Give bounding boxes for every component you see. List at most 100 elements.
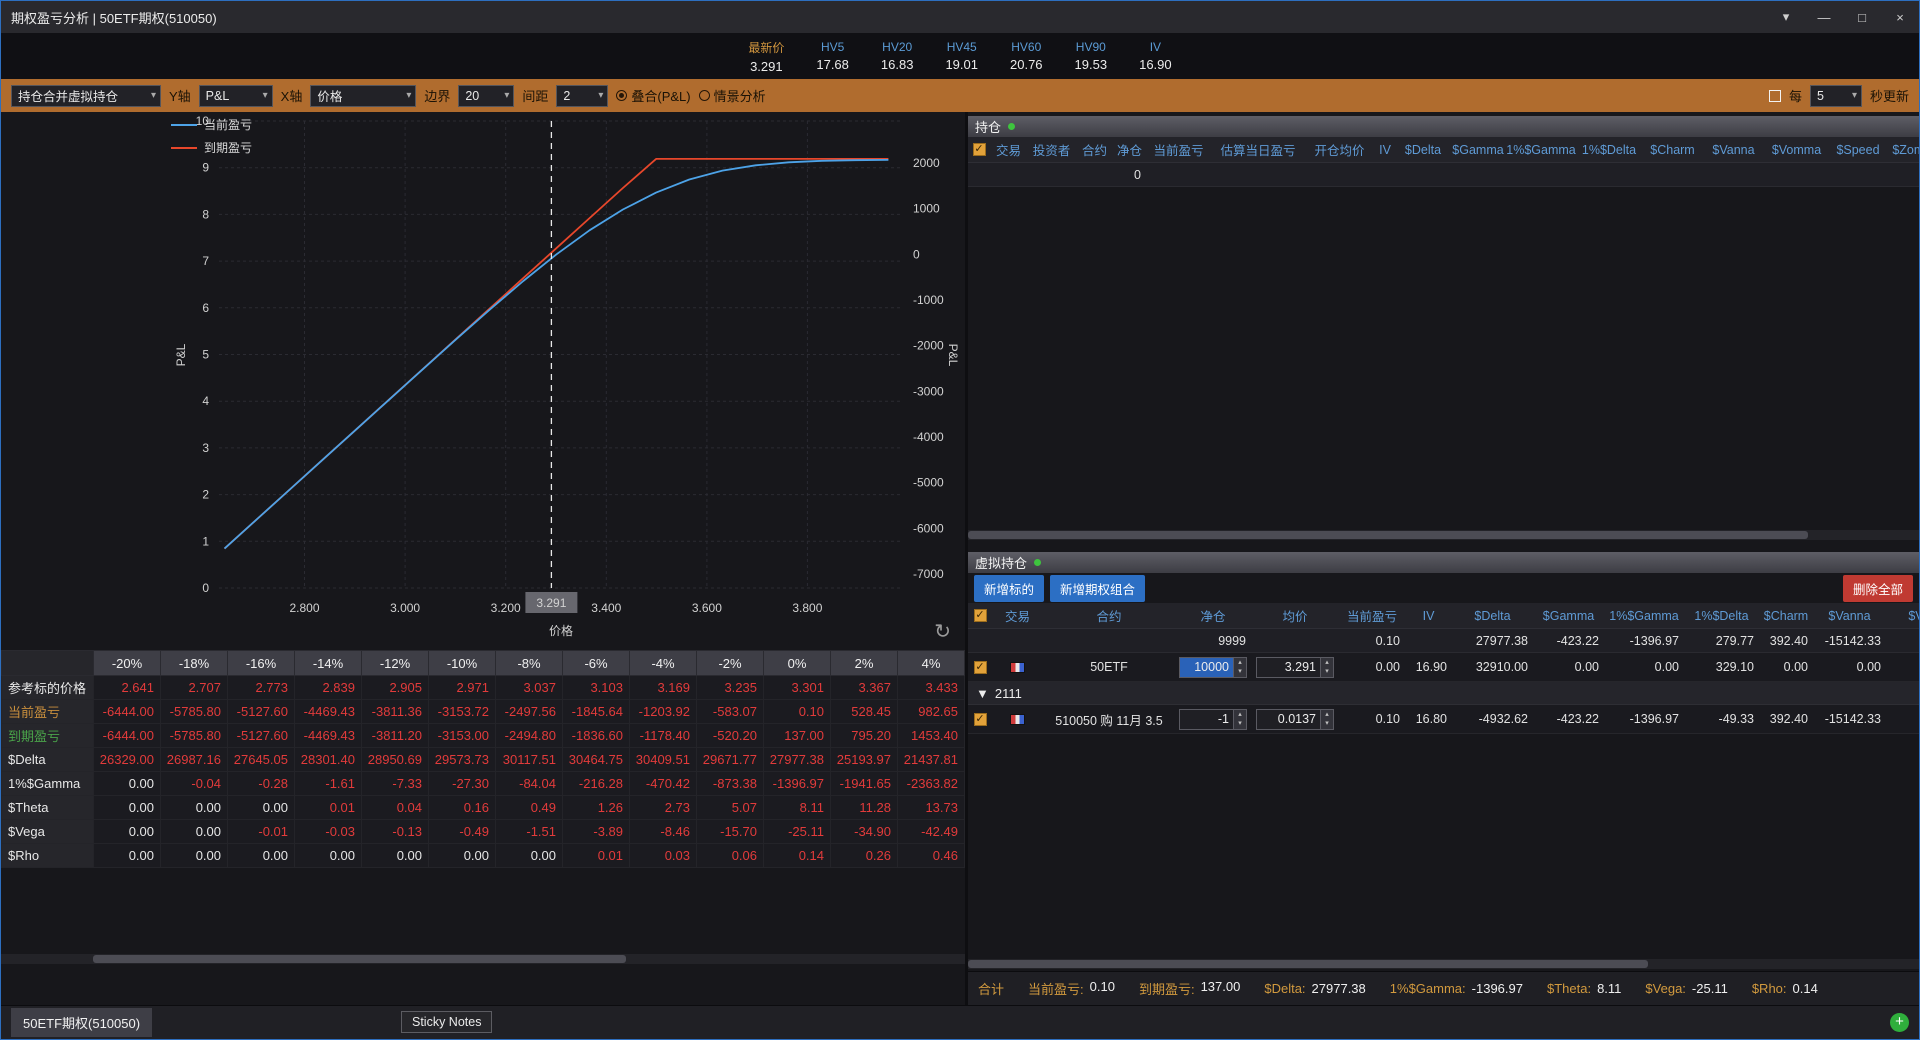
holdings-col-header[interactable]: $Speed — [1829, 137, 1887, 162]
spin-down-icon[interactable]: ▾ — [1321, 719, 1333, 729]
scenario-cell: -27.30 — [429, 772, 496, 796]
virtual-col-header[interactable]: 1%$Delta — [1684, 603, 1759, 628]
virtual-col-header[interactable]: $Delta — [1452, 603, 1533, 628]
spinner-arrows[interactable]: ▴▾ — [1320, 710, 1333, 729]
status-dot-icon — [1008, 123, 1015, 130]
holdings-col-header[interactable]: 合约 — [1076, 137, 1113, 162]
virtual-summary-cell: 27977.38 — [1452, 629, 1533, 652]
scrollbar-thumb[interactable] — [968, 960, 1648, 968]
virtual-position-row[interactable]: 50ETF10000▴▾3.291▴▾0.0016.9032910.000.00… — [968, 653, 1919, 682]
virtual-col-header[interactable]: 当前盈亏 — [1339, 603, 1405, 628]
scenario-cell: 795.20 — [831, 724, 898, 748]
totals-item-label: 1%$Gamma: — [1390, 981, 1466, 996]
holdings-col-header[interactable]: $Delta — [1396, 137, 1450, 162]
spin-up-icon[interactable]: ▴ — [1234, 710, 1246, 720]
scenario-cell: -3811.20 — [362, 724, 429, 748]
holdings-col-header[interactable]: IV — [1374, 137, 1396, 162]
stat-value: 3.291 — [750, 59, 783, 74]
row-checkbox[interactable] — [974, 713, 987, 726]
virtual-col-header[interactable]: $Vanna — [1813, 603, 1886, 628]
spin-down-icon[interactable]: ▾ — [1234, 719, 1246, 729]
refresh-interval-select[interactable]: 5▾ — [1810, 85, 1862, 107]
collapse-icon[interactable]: ▼ — [976, 686, 989, 701]
pnl-chart[interactable]: 当前盈亏到期盈亏 0123456789102.8003.0003.2003.40… — [1, 112, 965, 650]
auto-refresh-checkbox[interactable] — [1769, 90, 1781, 102]
bottom-tab-50etf[interactable]: 50ETF期权(510050) — [11, 1008, 152, 1037]
scenario-cell: 27977.38 — [764, 748, 831, 772]
stat-value: 16.90 — [1139, 57, 1172, 72]
add-tab-button[interactable]: + — [1890, 1013, 1909, 1032]
spin-down-icon[interactable]: ▾ — [1234, 667, 1246, 677]
holdings-col-header[interactable]: $Vomma — [1764, 137, 1829, 162]
window-menu-icon[interactable]: ▾ — [1767, 1, 1805, 33]
scenario-analysis-radio[interactable]: 情景分析 — [699, 86, 766, 105]
x-axis-select[interactable]: 价格▾ — [310, 85, 416, 107]
spinner-arrows[interactable]: ▴▾ — [1233, 658, 1246, 677]
virtual-col-header[interactable]: 1%$Gamma — [1604, 603, 1684, 628]
scrollbar-thumb[interactable] — [93, 955, 626, 963]
scenario-cell: -216.28 — [563, 772, 630, 796]
chart-refresh-icon[interactable]: ↻ — [934, 619, 951, 644]
virtual-group-row[interactable]: ▼2111 — [968, 682, 1919, 705]
virtual-position-row[interactable]: 510050 购 11月 3.5-1▴▾0.0137▴▾0.1016.80-49… — [968, 705, 1919, 734]
avg-price-spinner[interactable]: 3.291▴▾ — [1256, 657, 1334, 678]
delete-all-button[interactable]: 删除全部 — [1843, 575, 1913, 602]
left-horizontal-scrollbar[interactable] — [1, 954, 965, 964]
boundary-select[interactable]: 20▾ — [458, 85, 514, 107]
spin-up-icon[interactable]: ▴ — [1234, 658, 1246, 668]
holdings-col-header[interactable]: 开仓均价 — [1305, 137, 1374, 162]
y-axis-select[interactable]: P&L▾ — [199, 85, 273, 107]
holdings-col-header[interactable]: 投资者 — [1027, 137, 1076, 162]
virtual-summary-cell: 9999 — [1175, 629, 1251, 652]
spin-up-icon[interactable]: ▴ — [1321, 658, 1333, 668]
virtual-col-header[interactable]: 合约 — [1043, 603, 1175, 628]
holdings-col-header[interactable]: 估算当日盈亏 — [1211, 137, 1305, 162]
virtual-col-header[interactable]: 净仓 — [1175, 603, 1251, 628]
spin-down-icon[interactable]: ▾ — [1321, 667, 1333, 677]
stat-value: 20.76 — [1010, 57, 1043, 72]
spinner-arrows[interactable]: ▴▾ — [1320, 658, 1333, 677]
holdings-col-header[interactable]: 1%$Gamma — [1506, 137, 1576, 162]
spacing-select[interactable]: 2▾ — [556, 85, 608, 107]
position-mode-select[interactable]: 持仓合并虚拟持仓▾ — [11, 85, 161, 107]
select-all-checkbox[interactable] — [974, 609, 987, 622]
close-button[interactable]: × — [1881, 1, 1919, 33]
virtual-col-header[interactable]: $Gamma — [1533, 603, 1604, 628]
add-option-combo-button[interactable]: 新增期权组合 — [1050, 575, 1145, 602]
holdings-horizontal-scrollbar[interactable] — [968, 530, 1919, 540]
scenario-cell: 29573.73 — [429, 748, 496, 772]
spin-up-icon[interactable]: ▴ — [1321, 710, 1333, 720]
virtual-col-header[interactable]: 均价 — [1251, 603, 1339, 628]
row-checkbox[interactable] — [974, 661, 987, 674]
scenario-cell: -4469.43 — [295, 700, 362, 724]
totals-bar: 合计当前盈亏:0.10到期盈亏:137.00$Delta:27977.381%$… — [968, 971, 1919, 1005]
totals-item-label: $Delta: — [1264, 981, 1305, 996]
holdings-col-header[interactable]: $Gamma — [1450, 137, 1506, 162]
virtual-col-header[interactable]: IV — [1405, 603, 1452, 628]
holdings-col-header[interactable]: 交易 — [990, 137, 1027, 162]
net-position-spinner[interactable]: 10000▴▾ — [1179, 657, 1247, 678]
avg-price-spinner[interactable]: 0.0137▴▾ — [1256, 709, 1334, 730]
holdings-col-header[interactable]: 当前盈亏 — [1146, 137, 1211, 162]
spinner-arrows[interactable]: ▴▾ — [1233, 710, 1246, 729]
net-position-spinner[interactable]: -1▴▾ — [1179, 709, 1247, 730]
stat-item: HV6020.76 — [1010, 40, 1043, 72]
holdings-col-header[interactable]: 净仓 — [1113, 137, 1146, 162]
add-underlying-button[interactable]: 新增标的 — [974, 575, 1044, 602]
virtual-summary-cell — [1405, 629, 1452, 652]
holdings-col-header[interactable]: $Vanna — [1703, 137, 1764, 162]
minimize-button[interactable]: — — [1805, 1, 1843, 33]
holdings-col-header[interactable]: $Zomma — [1887, 137, 1919, 162]
virtual-col-header[interactable]: $Charm — [1759, 603, 1813, 628]
scrollbar-thumb[interactable] — [968, 531, 1808, 539]
maximize-button[interactable]: □ — [1843, 1, 1881, 33]
virtual-col-header[interactable]: 交易 — [992, 603, 1043, 628]
overlay-pnl-radio[interactable]: 叠合(P&L) — [616, 86, 690, 105]
virtual-col-header[interactable]: $V — [1886, 603, 1919, 628]
scenario-cell: -0.13 — [362, 820, 429, 844]
holdings-col-header[interactable]: 1%$Delta — [1576, 137, 1642, 162]
holdings-col-header[interactable]: $Charm — [1642, 137, 1703, 162]
select-all-checkbox[interactable] — [973, 143, 986, 156]
scenario-col-header: -8% — [496, 651, 563, 676]
virtual-horizontal-scrollbar[interactable] — [968, 959, 1919, 969]
